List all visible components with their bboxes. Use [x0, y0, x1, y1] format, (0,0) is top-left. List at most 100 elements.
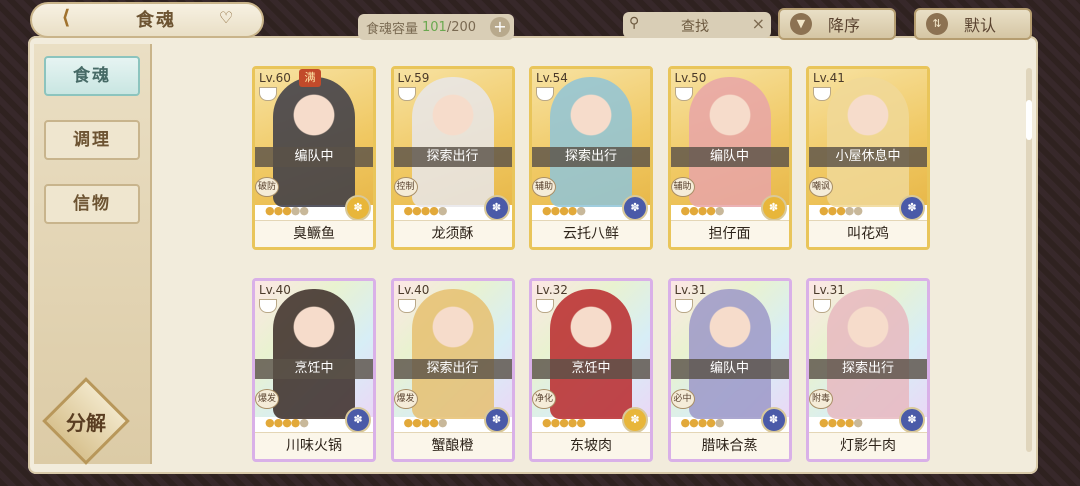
food-soul-card[interactable]: Lv.31 探索出行 附毒 ●●●●● ✽ 灯影牛肉 — [806, 278, 930, 462]
sort-order-button[interactable]: ▼ 降序 — [778, 8, 896, 40]
sort-arrow-icon: ▼ — [790, 13, 812, 35]
food-soul-card[interactable]: Lv.54 探索出行 辅助 ●●●●● ✽ 云托八鲜 — [529, 66, 653, 250]
element-icon: ✽ — [483, 195, 510, 221]
food-soul-card[interactable]: Lv.31 编队中 必中 ●●●●● ✽ 腊味合蒸 — [667, 278, 792, 462]
default-sort-button[interactable]: ⇅ 默认 — [914, 8, 1032, 40]
card-status: 编队中 — [670, 147, 789, 167]
sidebar-item-conditioning[interactable]: 调理 — [44, 120, 140, 160]
card-level: Lv.54 — [536, 71, 568, 85]
card-level: Lv.41 — [813, 71, 845, 85]
role-badge: 必中 — [670, 389, 695, 409]
element-icon: ✽ — [760, 407, 787, 433]
bowl-icon — [813, 299, 831, 313]
role-badge: 爆发 — [393, 389, 418, 409]
search-label: 查找 — [681, 19, 709, 35]
card-status: 烹饪中 — [532, 359, 650, 379]
role-badge: 净化 — [532, 389, 556, 409]
page-title: 食魂 — [136, 10, 176, 31]
bowl-icon — [397, 87, 416, 101]
star-rating: ●●●●● — [680, 416, 725, 429]
card-name: 腊味合蒸 — [670, 432, 789, 459]
role-badge: 辅助 — [670, 177, 695, 197]
food-soul-card[interactable]: Lv.59 探索出行 控制 ●●●●● ✽ 龙须酥 — [390, 66, 515, 250]
card-name: 臭鳜鱼 — [255, 220, 373, 247]
card-level: Lv.50 — [674, 71, 707, 85]
back-button[interactable]: ⟨ — [44, 4, 88, 30]
star-rating: ●●●●● — [265, 204, 309, 217]
search-input[interactable]: ⚲ 查找 × — [623, 12, 771, 38]
card-status: 探索出行 — [809, 359, 927, 379]
star-rating: ●●●●● — [819, 204, 863, 217]
bowl-icon — [674, 87, 693, 101]
card-name: 灯影牛肉 — [809, 432, 927, 459]
card-status: 编队中 — [255, 147, 373, 167]
card-name: 叫花鸡 — [809, 220, 927, 247]
card-level: Lv.31 — [674, 283, 707, 297]
element-icon: ✽ — [760, 195, 787, 221]
role-badge: 嘲讽 — [809, 177, 833, 197]
sidebar-item-food-souls[interactable]: 食魂 — [44, 56, 140, 96]
bowl-icon — [536, 299, 554, 313]
star-rating: ●●●●● — [403, 204, 448, 217]
role-badge: 控制 — [393, 177, 418, 197]
card-level: Lv.32 — [536, 283, 568, 297]
bowl-icon — [259, 299, 277, 313]
card-name: 蟹酿橙 — [393, 432, 512, 459]
role-badge: 辅助 — [532, 177, 556, 197]
card-level: Lv.40 — [259, 283, 291, 297]
element-icon: ✽ — [483, 407, 510, 433]
sidebar-item-tokens[interactable]: 信物 — [44, 184, 140, 224]
star-rating: ●●●●● — [680, 204, 725, 217]
capacity-indicator: 食魂容量 101 /200 + — [358, 14, 514, 40]
star-rating: ●●●●● — [542, 416, 586, 429]
star-rating: ●●●●● — [542, 204, 586, 217]
sort-label: 降序 — [828, 16, 861, 35]
search-icon: ⚲ — [629, 15, 640, 31]
element-icon: ✽ — [622, 195, 648, 221]
star-rating: ●●●●● — [819, 416, 863, 429]
card-status: 探索出行 — [532, 147, 650, 167]
card-level: Lv.60 — [259, 71, 291, 85]
element-icon: ✽ — [899, 195, 925, 221]
capacity-label: 食魂容量 — [366, 21, 419, 37]
star-rating: ●●●●● — [403, 416, 448, 429]
role-badge: 破防 — [255, 177, 279, 197]
decompose-button[interactable]: 分解 — [42, 377, 130, 465]
capacity-total: /200 — [446, 19, 477, 35]
add-capacity-button[interactable]: + — [490, 17, 510, 37]
card-status: 烹饪中 — [255, 359, 373, 379]
card-status: 探索出行 — [393, 359, 512, 379]
bowl-icon — [397, 299, 416, 313]
card-status: 探索出行 — [393, 147, 512, 167]
card-level: Lv.40 — [397, 283, 430, 297]
bowl-icon — [674, 299, 693, 313]
card-name: 龙须酥 — [393, 220, 512, 247]
bowl-icon — [536, 87, 554, 101]
card-level: Lv.31 — [813, 283, 845, 297]
card-name: 担仔面 — [670, 220, 789, 247]
card-status: 小屋休息中 — [809, 147, 927, 167]
card-name: 云托八鲜 — [532, 220, 650, 247]
food-soul-card[interactable]: Lv.40 探索出行 爆发 ●●●●● ✽ 蟹酿橙 — [390, 278, 515, 462]
element-icon: ✽ — [345, 407, 371, 433]
food-soul-card[interactable]: Lv.50 编队中 辅助 ●●●●● ✽ 担仔面 — [667, 66, 792, 250]
element-icon: ✽ — [622, 407, 648, 433]
element-icon: ✽ — [345, 195, 371, 221]
food-soul-card[interactable]: Lv.40 烹饪中 爆发 ●●●●● ✽ 川味火锅 — [252, 278, 376, 462]
scrollbar-thumb[interactable] — [1026, 100, 1032, 140]
role-badge: 附毒 — [809, 389, 833, 409]
bowl-icon — [813, 87, 831, 101]
food-soul-card[interactable]: Lv.41 小屋休息中 嘲讽 ●●●●● ✽ 叫花鸡 — [806, 66, 930, 250]
filter-icon: ⇅ — [926, 13, 948, 35]
clear-icon[interactable]: × — [752, 14, 765, 33]
element-icon: ✽ — [899, 407, 925, 433]
card-name: 川味火锅 — [255, 432, 373, 459]
capacity-current: 101 — [422, 19, 447, 35]
card-status: 编队中 — [670, 359, 789, 379]
food-soul-card[interactable]: Lv.60 满 编队中 破防 ●●●●● ✽ 臭鳜鱼 — [252, 66, 376, 250]
crown-icon[interactable]: ♡ — [214, 8, 238, 28]
food-soul-card[interactable]: Lv.32 烹饪中 净化 ●●●●● ✽ 东坡肉 — [529, 278, 653, 462]
default-label: 默认 — [964, 16, 997, 35]
bowl-icon — [259, 87, 277, 101]
back-chevron-icon: ⟨ — [61, 5, 71, 29]
